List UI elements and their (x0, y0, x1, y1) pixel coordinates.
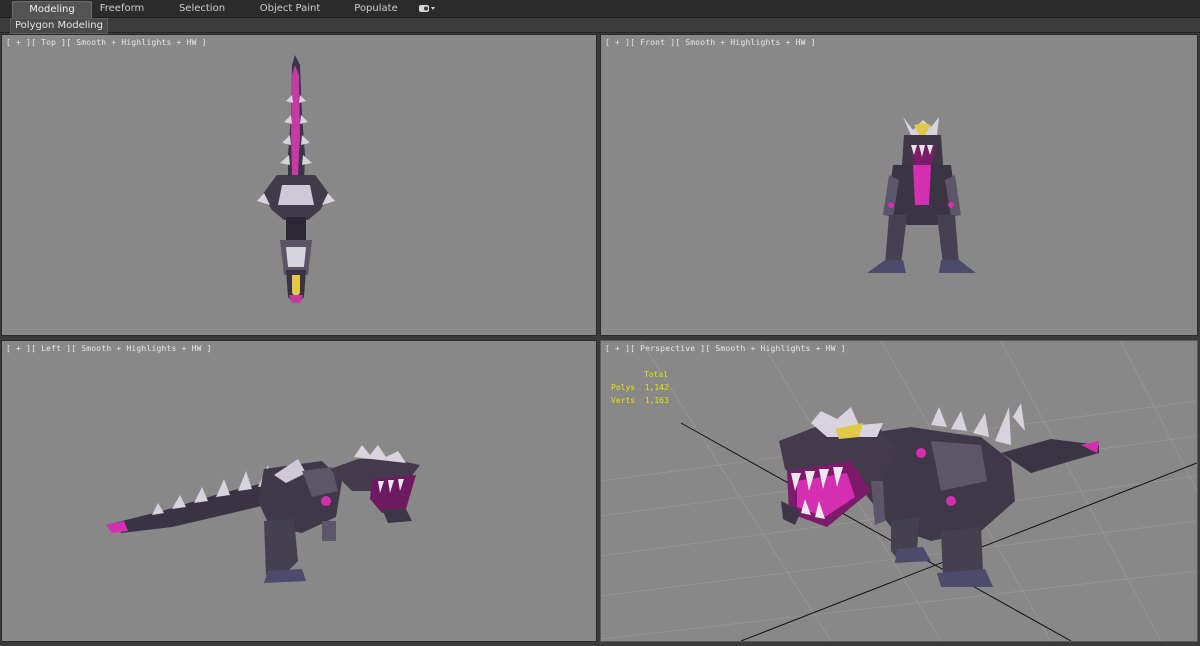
viewport-front[interactable]: [ + ][ Front ][ Smooth + Highlights + HW… (600, 34, 1198, 336)
tab-freeform[interactable]: Freeform (92, 1, 152, 17)
dinosaur-model-top-view (257, 55, 335, 303)
perspective-scene (601, 341, 1197, 641)
dino-tail (1001, 439, 1099, 473)
tab-modeling[interactable]: Modeling (12, 1, 92, 18)
polygon-modeling-button[interactable]: Polygon Modeling (10, 18, 108, 34)
tab-populate[interactable]: Populate (348, 1, 404, 17)
tab-object-paint[interactable]: Object Paint (256, 1, 324, 17)
dinosaur-model-left-view (106, 445, 420, 583)
toggle-icon[interactable] (418, 3, 436, 14)
viewport-top[interactable]: [ + ][ Top ][ Smooth + Highlights + HW ] (1, 34, 597, 336)
viewport-left[interactable]: [ + ][ Left ][ Smooth + Highlights + HW … (1, 340, 597, 642)
tab-selection[interactable]: Selection (172, 1, 232, 17)
ribbon-panel: Polygon Modeling (0, 18, 1200, 34)
viewport-perspective[interactable]: [ + ][ Perspective ][ Smooth + Highlight… (600, 340, 1198, 642)
ribbon-tab-bar: Modeling Freeform Selection Object Paint… (0, 0, 1200, 18)
dinosaur-model-front-view (867, 117, 976, 273)
